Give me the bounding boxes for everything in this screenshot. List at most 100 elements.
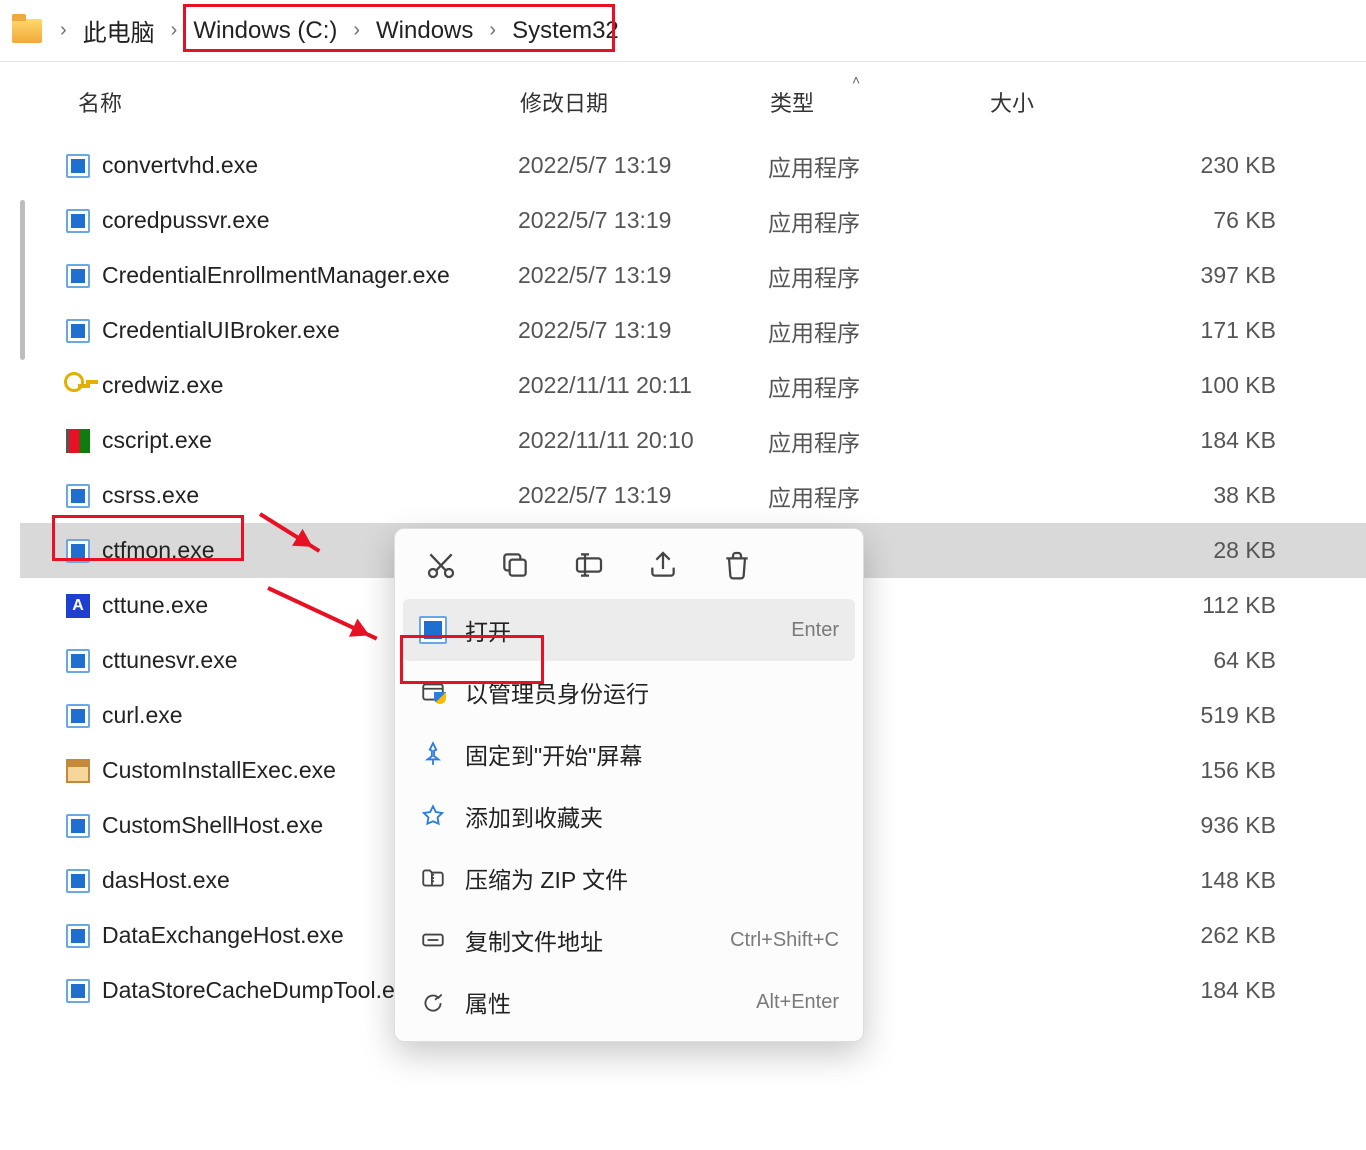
rename-icon[interactable] (573, 549, 605, 581)
file-size: 64 KB (988, 647, 1366, 674)
file-icon (66, 319, 90, 343)
annotation-highlight-file (52, 515, 244, 561)
file-type: 应用程序 (768, 314, 988, 348)
menu-item-label: 固定到"开始"屏幕 (465, 737, 821, 771)
file-size: 519 KB (988, 702, 1366, 729)
file-name: CustomInstallExec.exe (102, 757, 336, 784)
delete-icon[interactable] (721, 549, 753, 581)
file-size: 28 KB (988, 537, 1366, 564)
file-row[interactable]: coredpussvr.exe 2022/5/7 13:19应用程序76 KB (20, 193, 1366, 248)
props-icon (419, 988, 447, 1016)
file-size: 397 KB (988, 262, 1366, 289)
menu-item-zip[interactable]: 压缩为 ZIP 文件 (403, 847, 855, 909)
menu-item-star[interactable]: 添加到收藏夹 (403, 785, 855, 847)
file-size: 156 KB (988, 757, 1366, 784)
file-size: 230 KB (988, 152, 1366, 179)
menu-item-label: 添加到收藏夹 (465, 799, 821, 833)
file-row[interactable]: convertvhd.exe 2022/5/7 13:19应用程序230 KB (20, 138, 1366, 193)
menu-item-label: 压缩为 ZIP 文件 (465, 861, 821, 895)
header-size[interactable]: 大小 (990, 86, 1346, 118)
file-type: 应用程序 (768, 424, 988, 458)
file-size: 184 KB (988, 977, 1366, 1004)
file-name: DataStoreCacheDumpTool.e (102, 977, 395, 1004)
pin-icon (419, 740, 447, 768)
context-menu: 打开Enter以管理员身份运行固定到"开始"屏幕添加到收藏夹压缩为 ZIP 文件… (394, 528, 864, 1042)
menu-item-props[interactable]: 属性 Alt+Enter (403, 971, 855, 1033)
file-date: 2022/11/11 20:11 (518, 372, 768, 399)
file-icon (66, 759, 90, 783)
file-name: dasHost.exe (102, 867, 230, 894)
file-size: 936 KB (988, 812, 1366, 839)
file-row[interactable]: CredentialUIBroker.exe 2022/5/7 13:19应用程序… (20, 303, 1366, 358)
file-name: convertvhd.exe (102, 152, 258, 179)
file-name: cttune.exe (102, 592, 208, 619)
share-icon[interactable] (647, 549, 679, 581)
file-row[interactable]: CredentialEnrollmentManager.exe 2022/5/7 … (20, 248, 1366, 303)
file-name: CustomShellHost.exe (102, 812, 323, 839)
folder-icon (12, 19, 42, 43)
file-date: 2022/5/7 13:19 (518, 262, 768, 289)
file-icon (66, 154, 90, 178)
file-icon (66, 209, 90, 233)
file-name: csrss.exe (102, 482, 199, 509)
menu-item-pin[interactable]: 固定到"开始"屏幕 (403, 723, 855, 785)
file-date: 2022/5/7 13:19 (518, 317, 768, 344)
file-date: 2022/5/7 13:19 (518, 207, 768, 234)
header-type-label: 类型 (770, 91, 814, 116)
cut-icon[interactable] (425, 549, 457, 581)
file-type: 应用程序 (768, 479, 988, 513)
file-row[interactable]: credwiz.exe 2022/11/11 20:11应用程序100 KB (20, 358, 1366, 413)
file-icon (66, 374, 90, 398)
file-size: 184 KB (988, 427, 1366, 454)
file-date: 2022/11/11 20:10 (518, 427, 768, 454)
file-name: DataExchangeHost.exe (102, 922, 344, 949)
annotation-highlight-breadcrumb (183, 4, 615, 52)
zip-icon (419, 864, 447, 892)
file-size: 38 KB (988, 482, 1366, 509)
menu-item-shortcut: Enter (791, 619, 839, 642)
file-size: 148 KB (988, 867, 1366, 894)
file-name: cttunesvr.exe (102, 647, 238, 674)
column-headers: 名称 修改日期 类型 ˄ 大小 (0, 62, 1366, 138)
file-size: 171 KB (988, 317, 1366, 344)
menu-item-label: 属性 (465, 985, 738, 1019)
file-type: 应用程序 (768, 369, 988, 403)
file-date: 2022/5/7 13:19 (518, 152, 768, 179)
file-icon (66, 704, 90, 728)
file-icon (66, 429, 90, 453)
file-name: cscript.exe (102, 427, 212, 454)
menu-item-label: 复制文件地址 (465, 923, 712, 957)
scrollbar-thumb[interactable] (20, 200, 25, 360)
annotation-highlight-open (400, 635, 544, 684)
file-icon (66, 924, 90, 948)
menu-item-path[interactable]: 复制文件地址 Ctrl+Shift+C (403, 909, 855, 971)
file-name: CredentialEnrollmentManager.exe (102, 262, 450, 289)
context-menu-toolbar (403, 543, 855, 599)
file-name: credwiz.exe (102, 372, 223, 399)
file-size: 100 KB (988, 372, 1366, 399)
file-type: 应用程序 (768, 204, 988, 238)
header-date[interactable]: 修改日期 (520, 86, 770, 118)
menu-item-shortcut: Ctrl+Shift+C (730, 929, 839, 952)
file-size: 112 KB (988, 592, 1366, 619)
menu-item-shortcut: Alt+Enter (756, 991, 839, 1014)
file-size: 76 KB (988, 207, 1366, 234)
copy-icon[interactable] (499, 549, 531, 581)
crumb-this-pc[interactable]: 此电脑 (77, 11, 161, 50)
file-name: coredpussvr.exe (102, 207, 269, 234)
file-type: 应用程序 (768, 149, 988, 183)
header-type[interactable]: 类型 ˄ (770, 86, 990, 118)
file-icon: A (66, 594, 90, 618)
file-name: CredentialUIBroker.exe (102, 317, 340, 344)
file-icon (66, 979, 90, 1003)
file-row[interactable]: cscript.exe 2022/11/11 20:10应用程序184 KB (20, 413, 1366, 468)
file-icon (66, 814, 90, 838)
file-size: 262 KB (988, 922, 1366, 949)
file-icon (66, 869, 90, 893)
file-icon (66, 649, 90, 673)
header-name[interactable]: 名称 (78, 86, 520, 118)
chevron-icon: › (50, 19, 77, 42)
file-name: curl.exe (102, 702, 183, 729)
sort-caret-icon: ˄ (852, 72, 860, 88)
file-icon (66, 484, 90, 508)
